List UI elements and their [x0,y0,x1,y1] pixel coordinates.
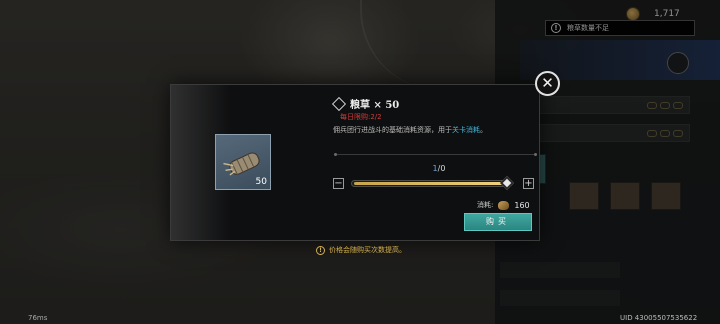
description-text: 佣兵团行进战斗的基础消耗资源，用于 [333,126,452,134]
item-title: 粮草 × 50 [350,100,400,111]
divider [334,153,537,156]
item-title-row: 粮草 × 50 [331,96,400,111]
cost-row: 消耗: 160 [477,200,530,210]
quantity-slider[interactable] [351,180,511,187]
wheat-icon [498,200,510,210]
item-description: 佣兵团行进战斗的基础消耗资源，用于关卡消耗。 [333,125,487,135]
hint-text: 价格会随购买次数提高。 [329,246,406,254]
cost-label: 消耗: [477,201,494,209]
daily-limit-text: 每日限购:2/2 [340,113,382,121]
item-icon-box: 50 [215,134,271,190]
quantity-counter: 1/0 [424,164,454,173]
close-button[interactable]: ✕ [535,71,560,96]
diamond-icon [331,96,347,111]
slider-fill [354,182,504,185]
description-link[interactable]: 关卡消耗 [452,126,480,134]
warning-icon: ! [316,245,325,255]
user-id: UID 43005507535622 [620,314,698,322]
buy-button[interactable]: 购买 [464,213,532,231]
item-quantity: 50 [255,177,267,187]
ping-indicator: 76ms [28,314,48,322]
count-max: /0 [437,164,446,173]
description-suffix: 。 [480,126,487,134]
decrease-button[interactable]: − [333,178,344,189]
increase-button[interactable]: + [523,178,534,189]
close-icon: ✕ [541,74,554,92]
price-hint: ! 价格会随购买次数提高。 [316,245,406,255]
cost-value: 160 [514,200,530,210]
